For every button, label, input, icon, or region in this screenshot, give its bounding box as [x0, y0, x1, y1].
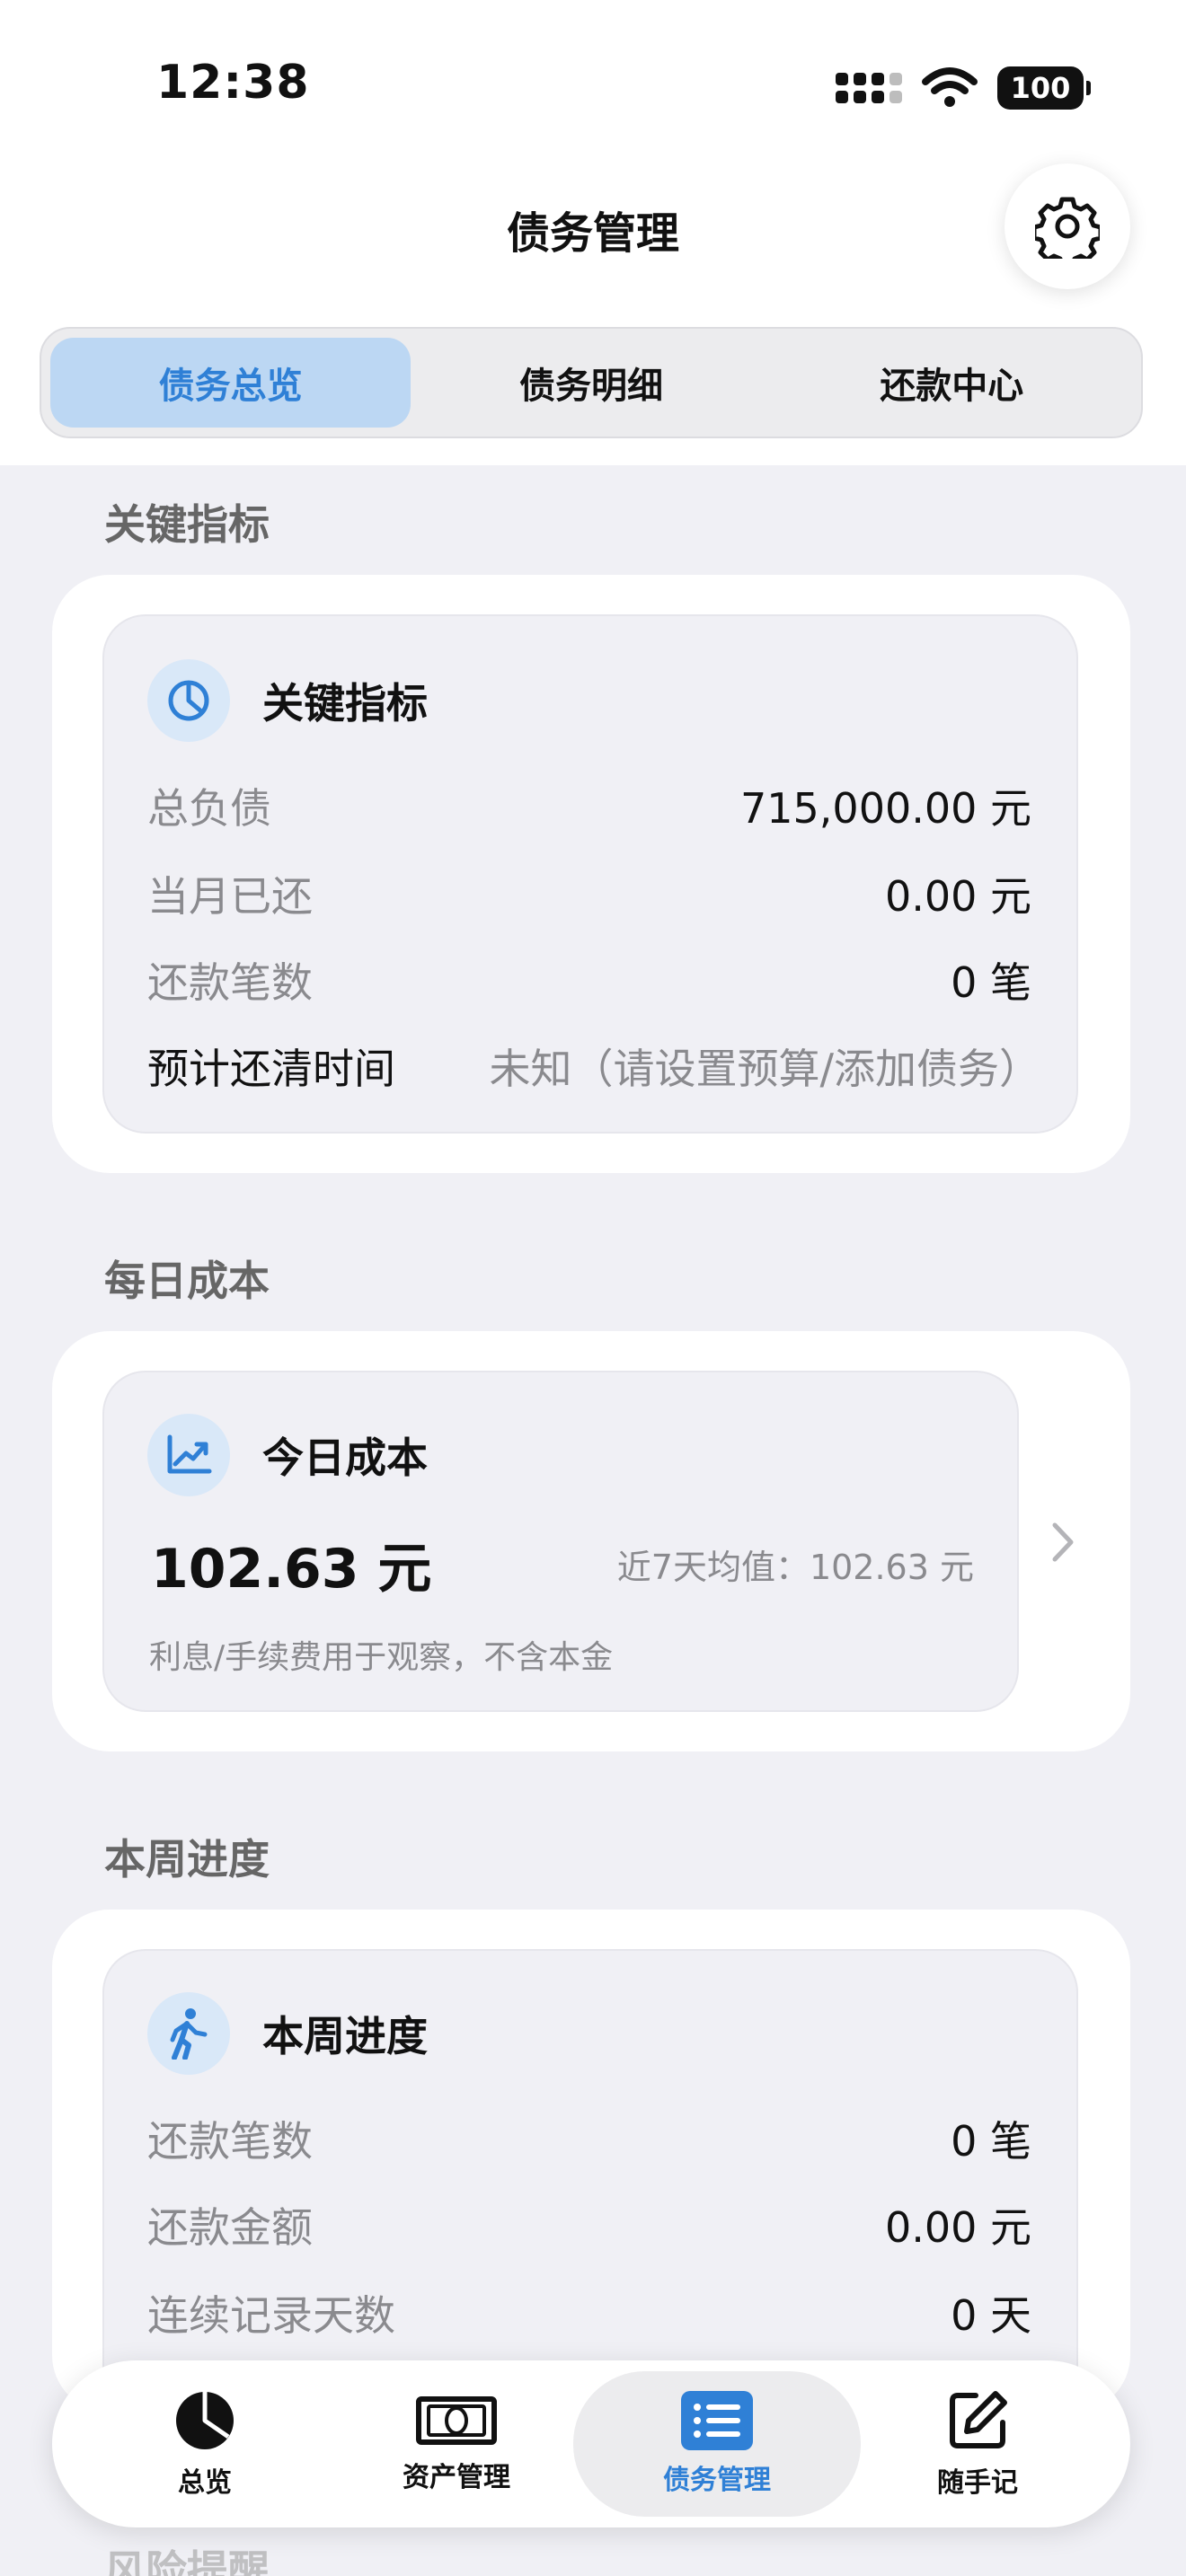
- metric-value: 0 笔: [951, 958, 1031, 1007]
- tabbar-item-debt[interactable]: 债务管理: [573, 2371, 861, 2517]
- progress-value: 0.00 元: [884, 2203, 1031, 2252]
- tabbar-label: 总览: [178, 2467, 232, 2499]
- pie-chart-icon: [147, 659, 230, 742]
- status-icons: 100: [836, 63, 1091, 113]
- progress-row: 还款笔数 0 笔: [147, 2109, 1031, 2168]
- weekly-progress-title: 本周进度: [262, 2012, 428, 2060]
- metric-label: 还款笔数: [147, 958, 313, 1007]
- list-icon: [681, 2391, 753, 2450]
- progress-value: 0 笔: [951, 2117, 1031, 2166]
- tabbar-label: 随手记: [937, 2467, 1018, 2499]
- metric-value: 0.00 元: [884, 872, 1031, 921]
- header-area: 12:38 100 债务管理 债务总览 债务明细 还款中心: [0, 0, 1186, 465]
- edit-icon: [950, 2391, 1007, 2448]
- section-label-key-metrics: 关键指标: [104, 500, 270, 549]
- metric-label: 当月已还: [147, 872, 313, 921]
- tabbar-label: 资产管理: [403, 2462, 510, 2493]
- gear-icon: [1035, 197, 1100, 259]
- tab-repayment-center[interactable]: 还款中心: [772, 338, 1132, 428]
- metric-row: 当月已还 0.00 元: [147, 864, 1031, 923]
- banknote-icon: [416, 2396, 497, 2445]
- battery-icon: 100: [997, 66, 1091, 110]
- tab-debt-details[interactable]: 债务明细: [411, 338, 771, 428]
- progress-label: 连续记录天数: [147, 2291, 395, 2340]
- progress-label: 还款笔数: [147, 2117, 313, 2166]
- settings-button[interactable]: [1005, 163, 1130, 289]
- bottom-tab-bar: 总览 资产管理 债务管理 随手记: [52, 2360, 1130, 2527]
- weekly-progress-card: 本周进度 还款笔数 0 笔 还款金额 0.00 元 连续记录天数 0 天: [52, 1910, 1130, 2416]
- seven-day-average: 近7天均值：102.63 元: [616, 1548, 974, 1587]
- pie-icon: [176, 2392, 234, 2449]
- next-section-peek: 风险提醒: [104, 2546, 270, 2576]
- metric-value: 未知（请设置预算/添加债务）: [489, 1045, 1041, 1093]
- cellular-signal-icon: [836, 73, 902, 103]
- key-metrics-header: 关键指标: [147, 659, 428, 742]
- metric-row: 总负债 715,000.00 元: [147, 776, 1031, 835]
- tabbar-item-notes[interactable]: 随手记: [843, 2360, 1112, 2527]
- progress-row: 连续记录天数 0 天: [147, 2283, 1031, 2342]
- key-metrics-card: 关键指标 总负债 715,000.00 元 当月已还 0.00 元 还款笔数 0…: [52, 575, 1130, 1173]
- daily-cost-amount: 102.63 元: [151, 1538, 432, 1601]
- tabbar-item-assets[interactable]: 资产管理: [322, 2360, 591, 2527]
- trend-up-icon: [147, 1414, 230, 1496]
- status-time: 12:38: [156, 56, 310, 110]
- daily-cost-inner: 今日成本 102.63 元 近7天均值：102.63 元 利息/手续费用于观察，…: [102, 1371, 1019, 1712]
- key-metrics-inner: 关键指标 总负债 715,000.00 元 当月已还 0.00 元 还款笔数 0…: [102, 614, 1078, 1134]
- chevron-right-icon: [1052, 1522, 1074, 1562]
- progress-row: 还款金额 0.00 元: [147, 2195, 1031, 2254]
- key-metrics-title: 关键指标: [262, 679, 428, 728]
- metric-row: 预计还清时间 未知（请设置预算/添加债务）: [147, 1037, 1040, 1096]
- weekly-progress-inner: 本周进度 还款笔数 0 笔 还款金额 0.00 元 连续记录天数 0 天: [102, 1949, 1078, 2416]
- daily-cost-title: 今日成本: [262, 1434, 428, 1482]
- tab-debt-overview[interactable]: 债务总览: [50, 338, 412, 428]
- metric-label: 预计还清时间: [147, 1045, 395, 1093]
- daily-cost-note: 利息/手续费用于观察，不含本金: [149, 1639, 614, 1676]
- section-label-weekly-progress: 本周进度: [104, 1835, 270, 1883]
- metric-row: 还款笔数 0 笔: [147, 950, 1031, 1010]
- metric-label: 总负债: [147, 784, 271, 833]
- progress-label: 还款金额: [147, 2203, 313, 2252]
- progress-value: 0 天: [951, 2291, 1031, 2340]
- metric-value: 715,000.00 元: [740, 784, 1031, 833]
- segmented-control: 债务总览 债务明细 还款中心: [40, 327, 1143, 438]
- daily-cost-header: 今日成本: [147, 1414, 428, 1496]
- wifi-icon: [922, 67, 978, 107]
- section-label-daily-cost: 每日成本: [104, 1257, 270, 1305]
- tabbar-item-overview[interactable]: 总览: [70, 2360, 340, 2527]
- weekly-progress-header: 本周进度: [147, 1992, 428, 2075]
- tabbar-label: 债务管理: [663, 2465, 771, 2496]
- walking-icon: [147, 1992, 230, 2075]
- daily-cost-card[interactable]: 今日成本 102.63 元 近7天均值：102.63 元 利息/手续费用于观察，…: [52, 1331, 1130, 1751]
